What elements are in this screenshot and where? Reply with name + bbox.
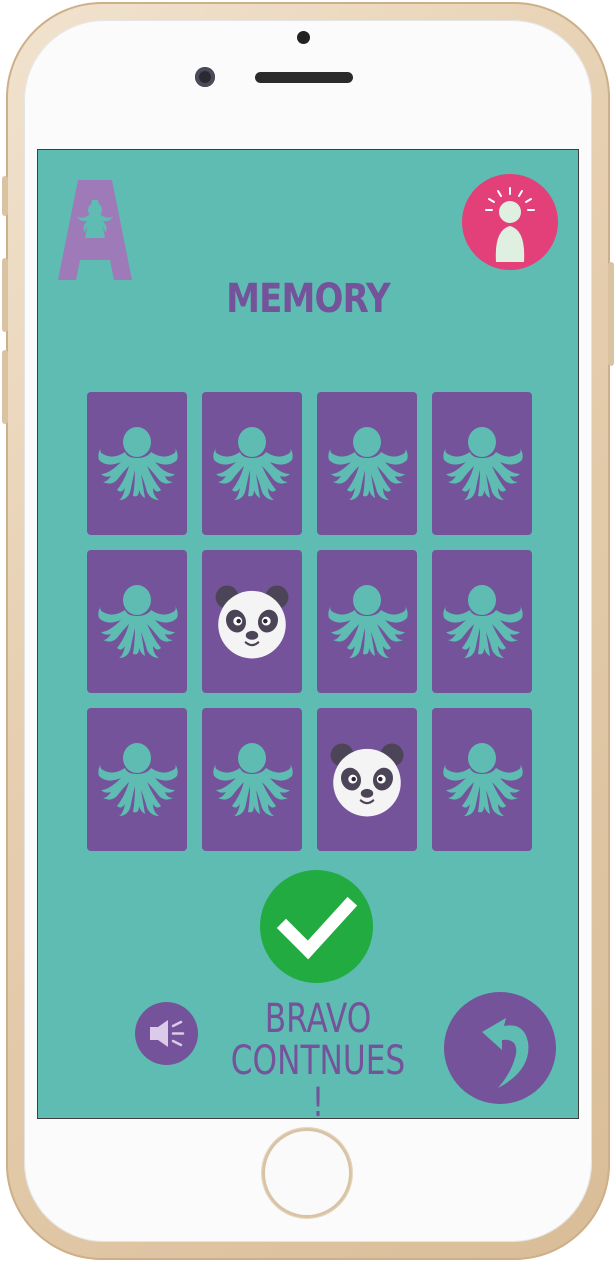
feedback-message: BRAVO CONTNUES !: [224, 998, 411, 1118]
feedback-line-1: BRAVO: [264, 996, 372, 1042]
sound-button[interactable]: [135, 1002, 198, 1065]
memory-card[interactable]: [87, 708, 187, 851]
volume-down-button: [2, 350, 8, 424]
octopus-icon: [328, 426, 408, 500]
memory-card[interactable]: [317, 550, 417, 693]
octopus-icon: [98, 742, 178, 816]
curved-back-arrow-icon: [482, 1018, 529, 1088]
feedback-line-2: CONTNUES !: [230, 1038, 406, 1118]
memory-card[interactable]: [432, 708, 532, 851]
panda-icon: [330, 743, 404, 816]
checkmark-icon: [276, 896, 358, 960]
success-check-button[interactable]: [260, 870, 373, 983]
front-camera: [195, 67, 215, 87]
memory-card[interactable]: [432, 392, 532, 535]
earpiece-speaker: [255, 72, 353, 83]
memory-card[interactable]: [87, 392, 187, 535]
game-title: MEMORY: [226, 276, 390, 322]
octopus-icon: [213, 426, 293, 500]
octopus-icon: [98, 426, 178, 500]
octopus-icon: [98, 584, 178, 658]
speaker-icon: [150, 1020, 185, 1047]
back-button[interactable]: [444, 992, 556, 1104]
octopus-icon: [443, 426, 523, 500]
idea-person-icon: [485, 187, 535, 262]
home-button[interactable]: [262, 1128, 352, 1218]
memory-card[interactable]: [202, 708, 302, 851]
mute-switch: [2, 176, 8, 216]
proximity-sensor: [297, 31, 310, 44]
memory-card[interactable]: [87, 550, 187, 693]
letter-a-octopus-logo[interactable]: [58, 178, 132, 280]
panda-icon: [215, 585, 289, 658]
memory-card[interactable]: [202, 392, 302, 535]
octopus-icon: [443, 584, 523, 658]
hint-button[interactable]: [462, 174, 558, 270]
octopus-icon: [443, 742, 523, 816]
memory-card-panda[interactable]: [202, 550, 302, 693]
game-screen: MEMORY BRAVO CONTNUES !: [38, 150, 578, 1118]
octopus-icon: [213, 742, 293, 816]
memory-card-panda[interactable]: [317, 708, 417, 851]
power-button: [608, 262, 614, 366]
octopus-icon: [328, 584, 408, 658]
memory-card[interactable]: [317, 392, 417, 535]
volume-up-button: [2, 258, 8, 332]
memory-card[interactable]: [432, 550, 532, 693]
